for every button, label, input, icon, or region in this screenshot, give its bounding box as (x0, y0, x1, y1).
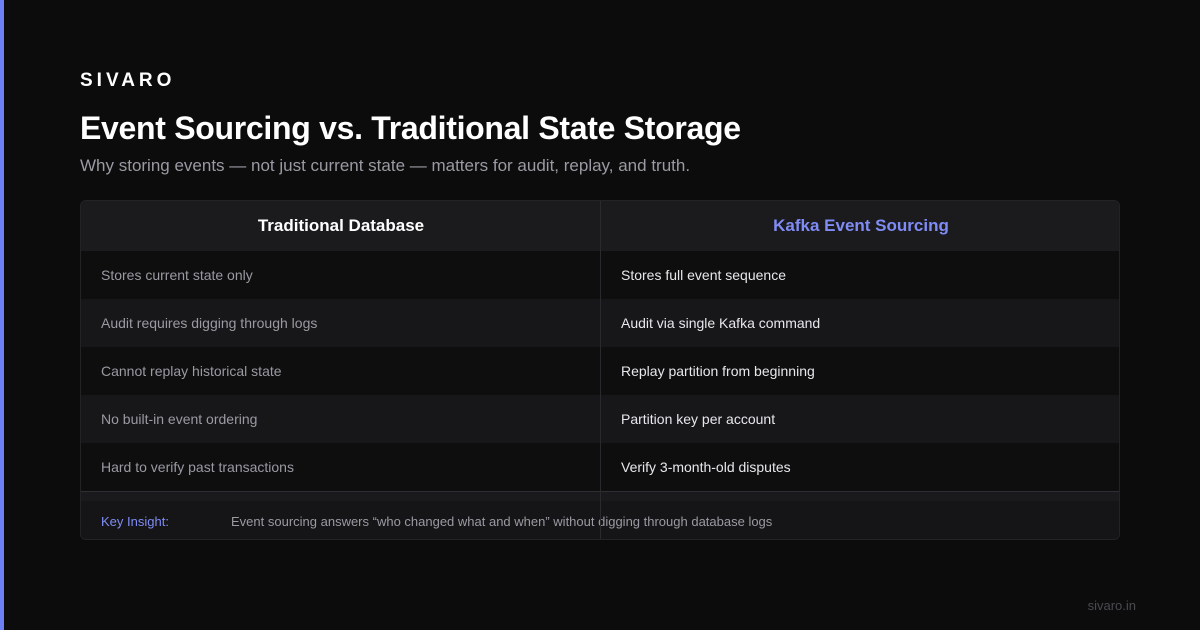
cell-traditional: Hard to verify past transactions (101, 459, 294, 475)
cell-event-sourcing: Verify 3-month-old disputes (621, 459, 791, 475)
page-title: Event Sourcing vs. Traditional State Sto… (80, 110, 741, 146)
column-divider (600, 201, 601, 539)
cell-traditional: Cannot replay historical state (101, 363, 282, 379)
key-insight-text: Event sourcing answers “who changed what… (231, 514, 773, 529)
comparison-table: Traditional Database Kafka Event Sourcin… (80, 200, 1120, 540)
cell-event-sourcing: Partition key per account (621, 411, 776, 427)
cell-event-sourcing: Replay partition from beginning (621, 363, 815, 379)
cell-traditional: Stores current state only (101, 267, 253, 283)
left-accent-bar (0, 0, 4, 630)
site-url: sivaro.in (1087, 598, 1136, 613)
brand-logo: SIVARO (80, 70, 176, 91)
page-subtitle: Why storing events — not just current st… (80, 156, 691, 175)
header-kafka-event-sourcing: Kafka Event Sourcing (773, 216, 949, 235)
cell-event-sourcing: Stores full event sequence (621, 267, 786, 283)
key-insight-label: Key Insight: (101, 514, 169, 529)
header-traditional-database: Traditional Database (257, 216, 425, 235)
cell-event-sourcing: Audit via single Kafka command (621, 315, 821, 331)
cell-traditional: Audit requires digging through logs (101, 315, 318, 331)
cell-traditional: No built-in event ordering (101, 411, 258, 427)
